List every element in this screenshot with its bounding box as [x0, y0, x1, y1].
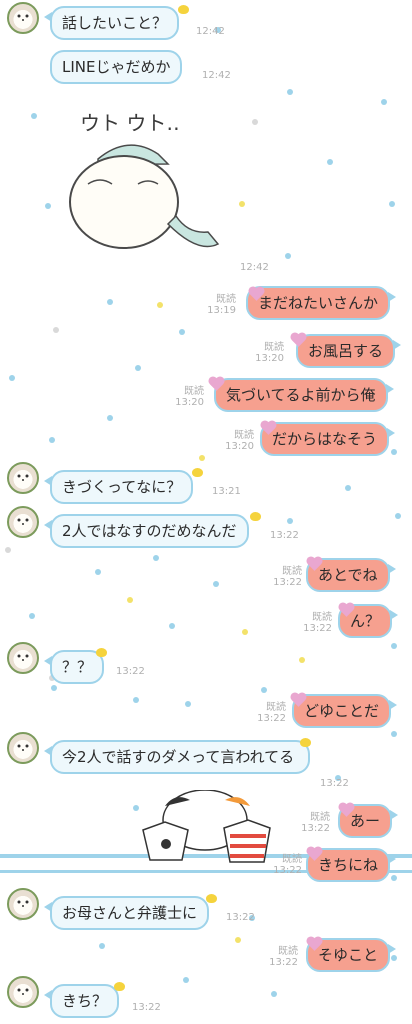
message-text: きちにね: [318, 856, 379, 874]
read-receipt: 既読 13:22: [273, 854, 302, 876]
duck-icon: [178, 5, 189, 14]
message-bubble-incoming[interactable]: 2人ではなすのだめなんだ: [44, 514, 249, 548]
read-receipt: 既読 13:20: [255, 342, 284, 364]
message-bubble-incoming[interactable]: お母さんと弁護士に: [43, 896, 210, 930]
duck-icon: [300, 738, 311, 747]
duck-icon: [96, 648, 107, 657]
message-time: 13:22: [320, 778, 349, 789]
message-text: LINEじゃだめか: [62, 58, 171, 76]
read-receipt: 既読 13:22: [269, 946, 298, 968]
read-receipt: 既読 13:22: [303, 612, 332, 634]
message-text: あー: [350, 812, 381, 830]
message-time: 12:42: [196, 26, 225, 37]
message-time: 13:22: [132, 1002, 161, 1013]
message-text: きづくってなに？: [62, 478, 182, 496]
read-receipt: 既読 13:20: [225, 430, 254, 452]
avatar-icon[interactable]: [7, 462, 39, 494]
message-bubble-outgoing[interactable]: まだねたいさんか: [246, 286, 397, 320]
message-bubble-outgoing[interactable]: お風呂する: [296, 334, 402, 368]
message-text: お母さんと弁護士に: [62, 904, 198, 922]
message-bubble-outgoing[interactable]: どゆことだ: [292, 694, 398, 728]
message-bubble-incoming[interactable]: きち？: [43, 984, 120, 1018]
message-text: ？？: [62, 658, 93, 676]
duck-icon: [206, 894, 217, 903]
message-bubble-outgoing[interactable]: だからはなそう: [260, 422, 396, 456]
avatar-icon[interactable]: [7, 506, 39, 538]
avatar-icon[interactable]: [7, 2, 39, 34]
message-text: だからはなそう: [272, 430, 378, 448]
message-time: 13:22: [116, 666, 145, 677]
message-bubble-incoming[interactable]: LINEじゃだめか: [50, 50, 183, 84]
message-text: まだねたいさんか: [258, 294, 379, 312]
message-text: 2人ではなすのだめなんだ: [62, 522, 237, 540]
read-receipt: 既読 13:20: [175, 386, 204, 408]
message-bubble-incoming[interactable]: 今2人で話すのダメって言われてる: [44, 740, 310, 774]
message-text: あとでね: [318, 566, 378, 584]
read-receipt: 既読 13:22: [273, 566, 302, 588]
read-receipt: 既読 13:22: [301, 812, 330, 834]
read-receipt: 既読 13:22: [257, 702, 286, 724]
message-text: どゆことだ: [304, 702, 380, 720]
duck-icon: [192, 468, 203, 477]
avatar-icon[interactable]: [7, 642, 39, 674]
message-text: きち？: [62, 992, 108, 1010]
read-receipt: 既読 13:19: [207, 294, 236, 316]
avatar-icon[interactable]: [7, 732, 39, 764]
message-text: 今2人で話すのダメって言われてる: [62, 748, 295, 766]
message-text: 気づいてるよ前から俺: [226, 386, 376, 404]
message-time: 13:21: [212, 486, 241, 497]
sticker-caption: ウト ウト‥: [80, 111, 180, 135]
message-time: 13:22: [270, 530, 299, 541]
sleepy-bear-sticker[interactable]: ウト ウト‥: [58, 104, 228, 262]
avatar-icon[interactable]: [7, 888, 39, 920]
message-time: 12:42: [202, 70, 231, 81]
message-time: 12:42: [240, 262, 269, 273]
message-text: 話したいこと？: [62, 14, 168, 32]
message-bubble-incoming[interactable]: きづくってなに？: [43, 470, 194, 504]
message-text: お風呂する: [308, 342, 384, 360]
message-text: ん？: [350, 612, 381, 630]
duck-icon: [250, 512, 261, 521]
message-text: そゆこと: [318, 946, 379, 964]
duck-icon: [114, 982, 125, 991]
message-bubble-incoming[interactable]: 話したいこと？: [43, 6, 180, 40]
message-bubble-outgoing[interactable]: 気づいてるよ前から俺: [214, 378, 394, 412]
message-time: 13:22: [226, 912, 255, 923]
avatar-icon[interactable]: [7, 976, 39, 1008]
